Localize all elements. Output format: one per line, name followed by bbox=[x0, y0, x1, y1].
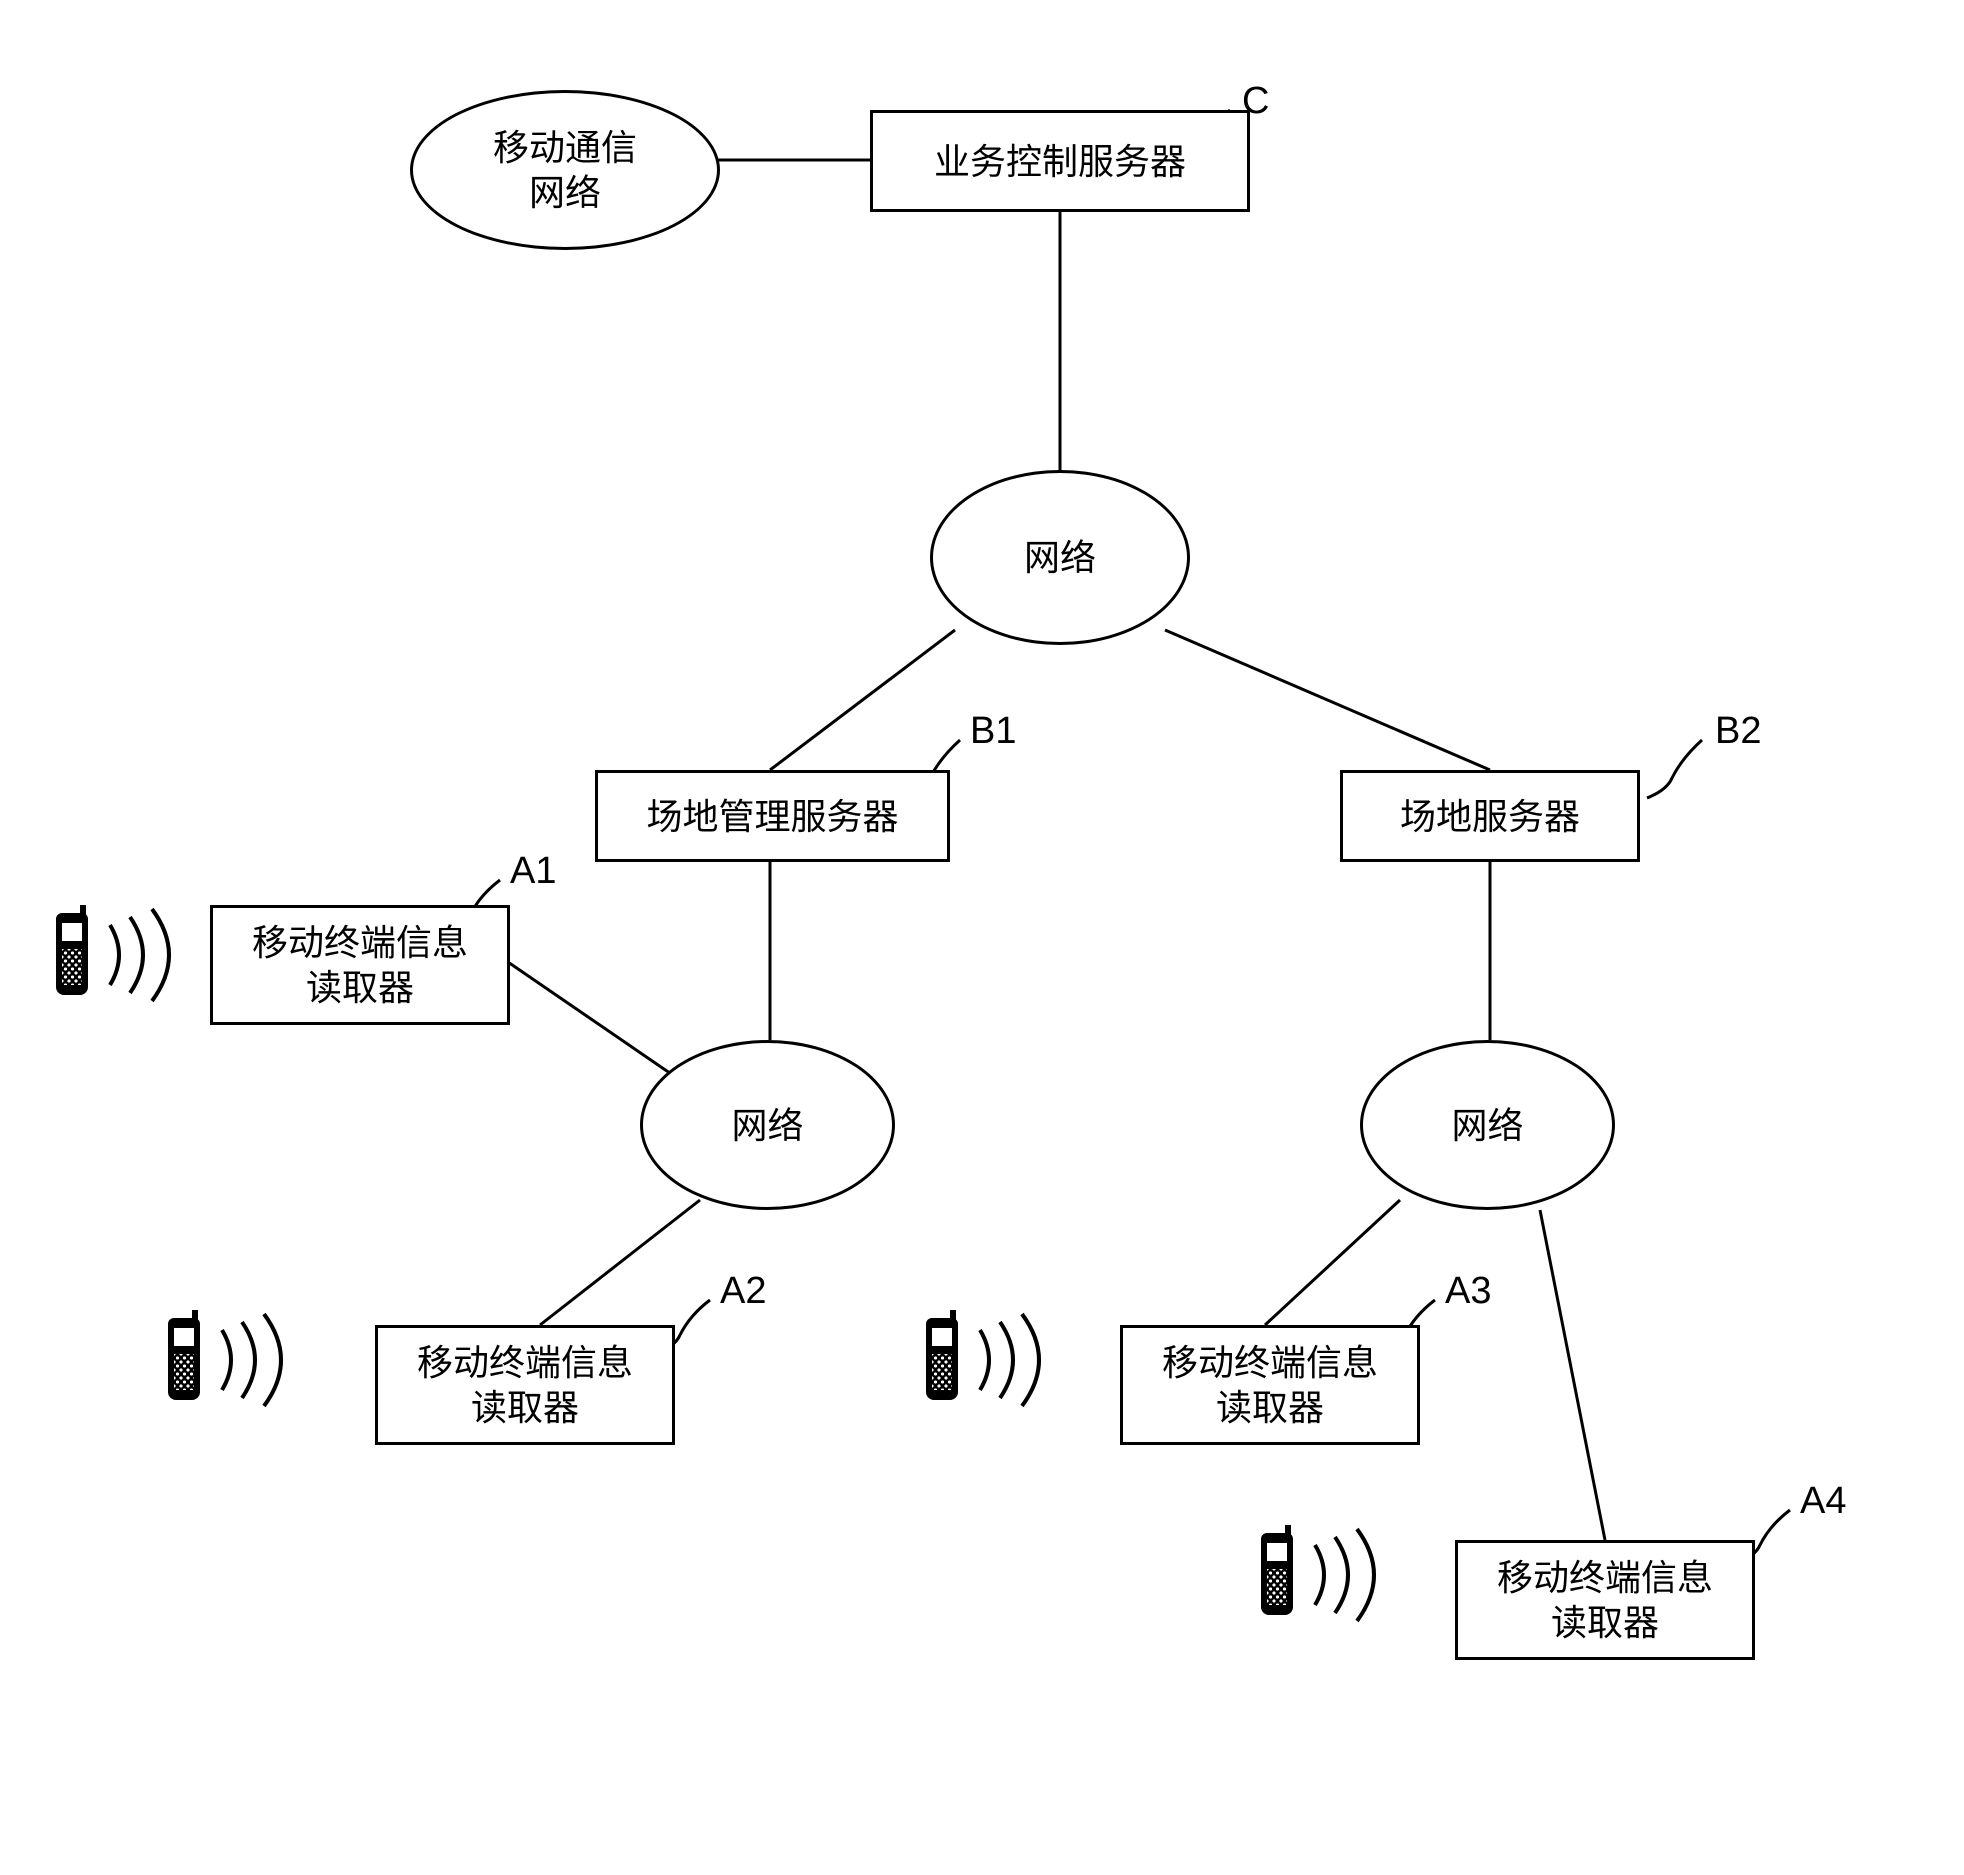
label-a4: A4 bbox=[1800, 1480, 1846, 1523]
site-mgmt-server-b1-node: 场地管理服务器 bbox=[595, 770, 950, 862]
mobile-comm-network-label: 移动通信 网络 bbox=[493, 125, 637, 215]
site-mgmt-server-b1-label: 场地管理服务器 bbox=[646, 794, 898, 839]
phone-icon-a2 bbox=[162, 1310, 206, 1400]
label-b2: B2 bbox=[1715, 710, 1761, 753]
network-label-left: 网络 bbox=[731, 1103, 803, 1148]
network-node-right: 网络 bbox=[1360, 1040, 1615, 1210]
reader-a2-label: 移动终端信息 读取器 bbox=[417, 1340, 633, 1430]
reader-a1-label: 移动终端信息 读取器 bbox=[252, 920, 468, 1010]
network-node-left: 网络 bbox=[640, 1040, 895, 1210]
signal-waves-a3 bbox=[962, 1300, 1082, 1420]
label-a2: A2 bbox=[720, 1270, 766, 1313]
mobile-comm-network-node: 移动通信 网络 bbox=[410, 90, 720, 250]
reader-a4-node: 移动终端信息 读取器 bbox=[1455, 1540, 1755, 1660]
reader-a1-node: 移动终端信息 读取器 bbox=[210, 905, 510, 1025]
label-c: C bbox=[1242, 80, 1269, 123]
site-server-b2-label: 场地服务器 bbox=[1400, 794, 1580, 839]
site-server-b2-node: 场地服务器 bbox=[1340, 770, 1640, 862]
reader-a3-label: 移动终端信息 读取器 bbox=[1162, 1340, 1378, 1430]
reader-a3-node: 移动终端信息 读取器 bbox=[1120, 1325, 1420, 1445]
label-a3: A3 bbox=[1445, 1270, 1491, 1313]
signal-waves-a1 bbox=[92, 895, 212, 1015]
signal-waves-a2 bbox=[204, 1300, 324, 1420]
reader-a2-node: 移动终端信息 读取器 bbox=[375, 1325, 675, 1445]
network-node-top: 网络 bbox=[930, 470, 1190, 645]
network-label-top: 网络 bbox=[1024, 535, 1096, 580]
service-control-server-node: 业务控制服务器 bbox=[870, 110, 1250, 212]
network-label-right: 网络 bbox=[1451, 1103, 1523, 1148]
phone-icon-a3 bbox=[920, 1310, 964, 1400]
phone-icon-a4 bbox=[1255, 1525, 1299, 1615]
service-control-server-label: 业务控制服务器 bbox=[934, 139, 1186, 184]
reader-a4-label: 移动终端信息 读取器 bbox=[1497, 1555, 1713, 1645]
label-a1: A1 bbox=[510, 850, 556, 893]
label-b1: B1 bbox=[970, 710, 1016, 753]
phone-icon-a1 bbox=[50, 905, 94, 995]
signal-waves-a4 bbox=[1297, 1515, 1417, 1635]
